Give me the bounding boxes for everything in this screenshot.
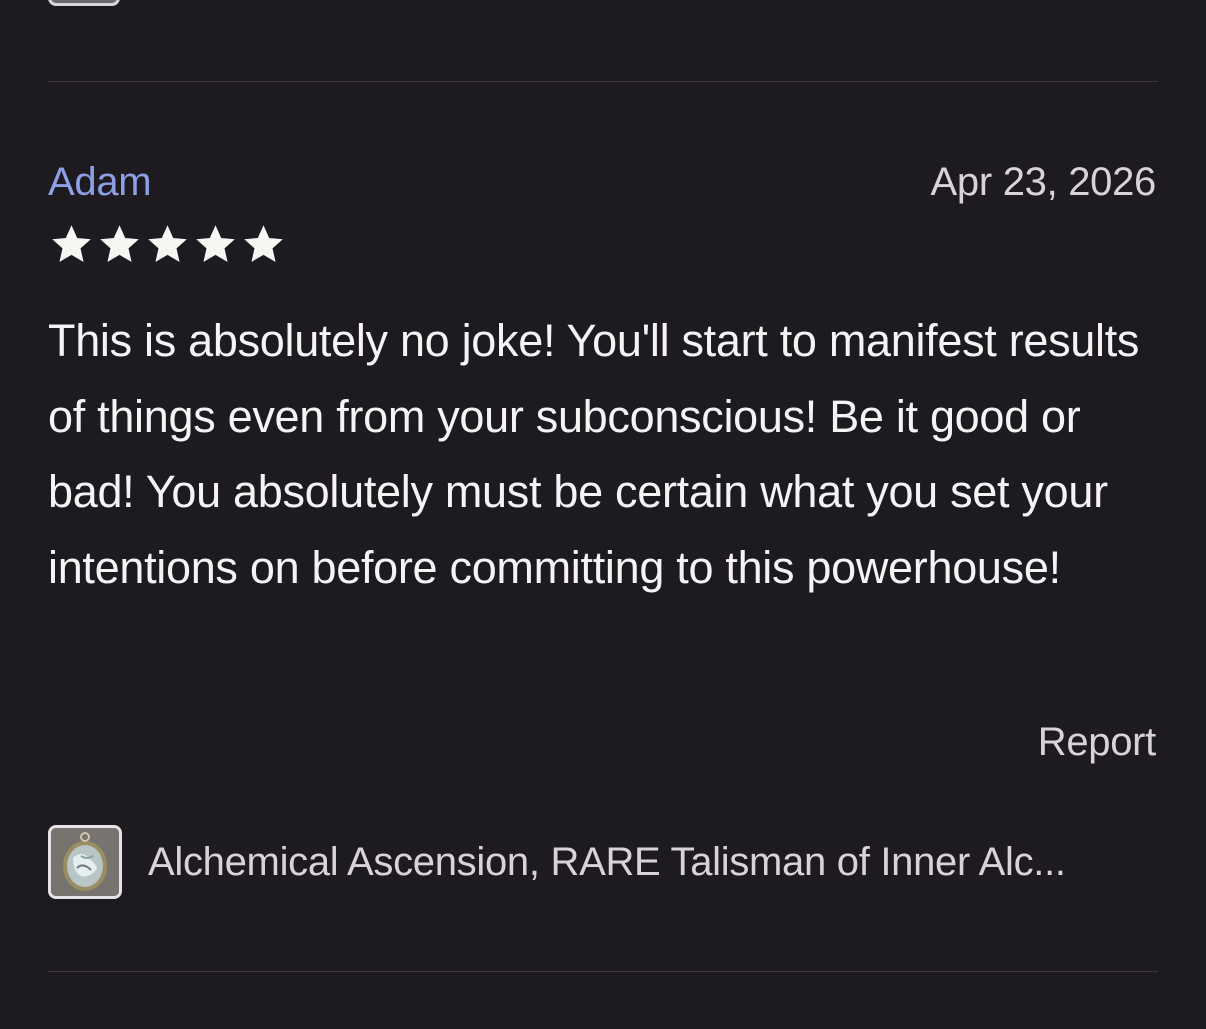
review-date: Apr 23, 2026 [930, 160, 1157, 204]
star-icon [100, 225, 139, 262]
divider-bottom [48, 971, 1158, 972]
star-icon [244, 225, 283, 262]
previous-product-thumbnail[interactable] [48, 0, 120, 6]
star-icon [52, 225, 91, 262]
product-title: Alchemical Ascension, RARE Talisman of I… [148, 840, 1066, 884]
divider-top [48, 81, 1158, 82]
star-icon [196, 225, 235, 262]
product-link[interactable]: Alchemical Ascension, RARE Talisman of I… [48, 825, 1158, 899]
star-rating [48, 222, 287, 266]
product-thumbnail-image [48, 825, 122, 899]
reviewer-name-link[interactable]: Adam [48, 158, 152, 206]
review-page: Adam Apr 23, 2026 This is absolutely no … [0, 0, 1206, 1029]
report-button[interactable]: Report [1038, 718, 1157, 766]
star-icon [148, 225, 187, 262]
review-text: This is absolutely no joke! You'll start… [48, 315, 1140, 593]
